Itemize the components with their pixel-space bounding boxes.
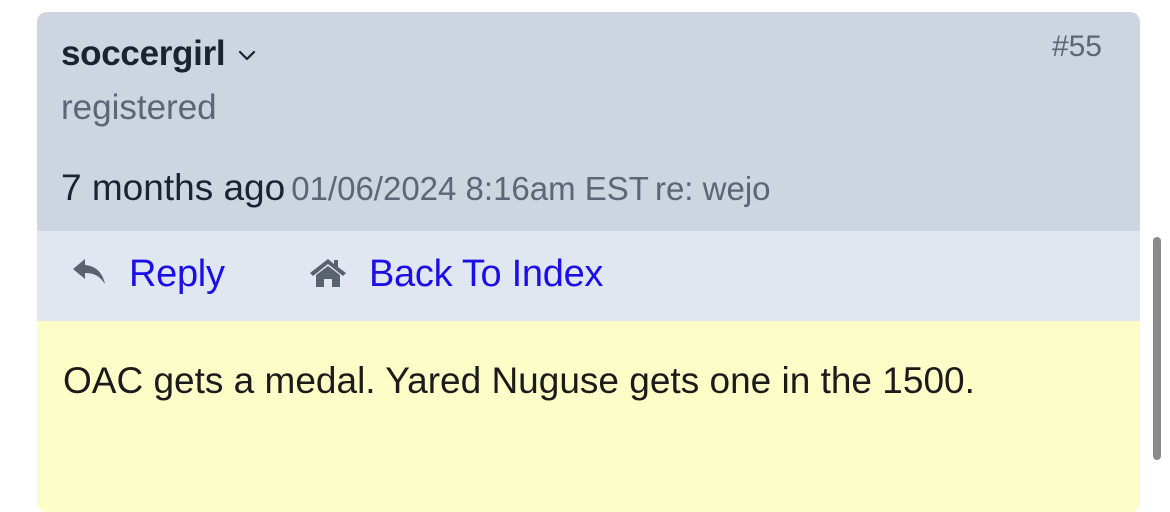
reply-arrow-icon — [71, 256, 109, 293]
post-meta: 7 months ago 01/06/2024 8:16am EST re: wej… — [61, 167, 771, 209]
forum-post: soccergirl #55 registered 7 months ago 01… — [37, 12, 1140, 512]
time-ago: 7 months ago — [61, 167, 286, 208]
back-to-index-label[interactable]: Back To Index — [369, 253, 603, 296]
post-number[interactable]: #55 — [1052, 30, 1102, 64]
post-timestamp: 01/06/2024 8:16am EST — [291, 170, 649, 207]
post-body: OAC gets a medal. Yared Nuguse gets one … — [37, 321, 1140, 512]
user-status: registered — [61, 88, 217, 127]
reply-label[interactable]: Reply — [129, 253, 225, 296]
reply-button[interactable]: Reply — [71, 253, 225, 296]
scrollbar[interactable] — [1153, 237, 1161, 460]
chevron-down-icon[interactable] — [237, 49, 257, 63]
username-menu[interactable]: soccergirl — [61, 34, 257, 74]
back-to-index-button[interactable]: Back To Index — [307, 253, 603, 296]
post-header: soccergirl #55 registered 7 months ago 01… — [37, 12, 1140, 231]
username[interactable]: soccergirl — [61, 34, 226, 74]
home-icon — [307, 255, 349, 294]
post-action-bar: Reply Back To Index — [37, 231, 1140, 321]
post-message: OAC gets a medal. Yared Nuguse gets one … — [63, 360, 975, 401]
reply-to-label: re: wejo — [654, 170, 771, 207]
